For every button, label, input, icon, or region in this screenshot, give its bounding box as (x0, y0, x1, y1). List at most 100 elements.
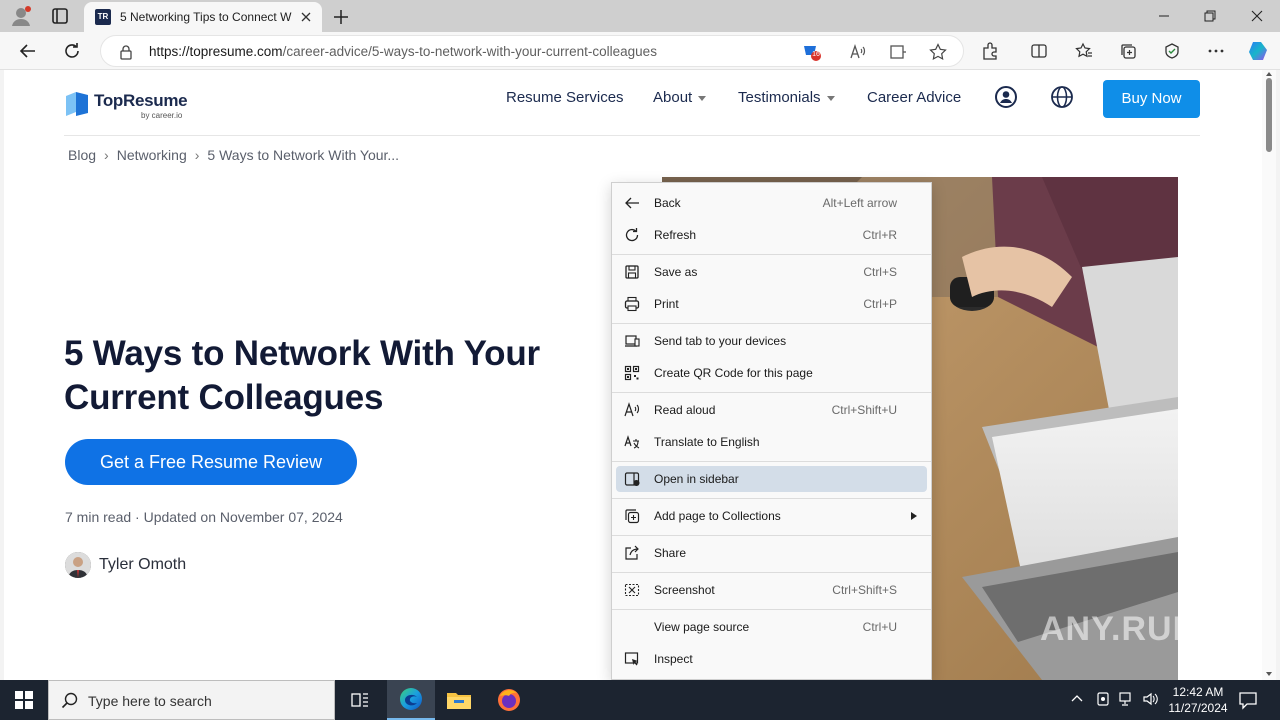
minimize-button[interactable] (1141, 0, 1187, 32)
lock-icon[interactable] (119, 44, 133, 60)
chevron-down-icon (698, 95, 707, 101)
search-placeholder: Type here to search (88, 693, 212, 709)
url-text: https://topresume.com/career-advice/5-wa… (149, 44, 657, 59)
favorites-icon[interactable] (1070, 37, 1098, 65)
taskbar-edge-icon[interactable] (387, 680, 435, 720)
volume-icon[interactable] (1142, 691, 1160, 707)
nav-testimonials-label: Testimonials (738, 89, 821, 106)
profile-avatar-icon[interactable] (10, 5, 32, 27)
menu-item-shortcut: Ctrl+P (863, 297, 897, 311)
menu-item-qr-code[interactable]: Create QR Code for this page (616, 360, 927, 386)
breadcrumb-blog[interactable]: Blog (68, 147, 96, 163)
extensions-icon[interactable] (976, 37, 1004, 65)
refresh-icon (624, 227, 640, 243)
menu-item-screenshot[interactable]: Screenshot Ctrl+Shift+S (616, 577, 927, 603)
language-globe-icon[interactable] (1050, 85, 1074, 109)
submenu-arrow-icon (911, 512, 917, 520)
shopping-extension-icon[interactable]: 16 (801, 42, 823, 62)
immersive-reader-icon[interactable] (889, 43, 907, 61)
menu-item-refresh[interactable]: Refresh Ctrl+R (616, 222, 927, 248)
start-button[interactable] (0, 680, 48, 720)
favorite-star-icon[interactable] (929, 43, 947, 61)
nav-career-advice[interactable]: Career Advice (867, 89, 961, 107)
menu-item-view-source[interactable]: View page source Ctrl+U (616, 614, 927, 640)
menu-separator (612, 323, 931, 324)
menu-item-label: Refresh (654, 228, 697, 242)
menu-item-label: Read aloud (654, 403, 716, 417)
tab-title: 5 Networking Tips to Connect With Collea… (120, 10, 292, 24)
taskbar-firefox-icon[interactable] (485, 680, 533, 720)
close-window-button[interactable] (1234, 0, 1280, 32)
menu-item-share[interactable]: Share (616, 540, 927, 566)
qr-code-icon (624, 365, 640, 381)
breadcrumb: Blog › Networking › 5 Ways to Network With Y… (68, 146, 399, 164)
author-avatar[interactable] (65, 552, 91, 578)
collections-icon (624, 508, 640, 524)
notifications-icon[interactable] (1238, 690, 1258, 710)
scrollbar-thumb[interactable] (1266, 78, 1272, 152)
menu-item-translate[interactable]: Translate to English (616, 429, 927, 455)
address-bar[interactable]: https://topresume.com/career-advice/5-wa… (100, 35, 964, 67)
nav-testimonials[interactable]: Testimonials (738, 89, 835, 107)
read-aloud-icon[interactable] (849, 43, 867, 61)
menu-item-open-in-sidebar[interactable]: Open in sidebar (616, 466, 927, 492)
menu-item-back[interactable]: Back Alt+Left arrow (616, 190, 927, 216)
tab-close-icon[interactable] (298, 9, 314, 25)
browser-essentials-icon[interactable] (1158, 37, 1186, 65)
restore-button[interactable] (1187, 0, 1233, 32)
show-hidden-icons[interactable] (1070, 692, 1084, 706)
menu-item-label: Print (654, 297, 679, 311)
screenshot-icon (624, 582, 640, 598)
tab-strip: TR 5 Networking Tips to Connect With Col… (0, 0, 1280, 32)
menu-item-inspect[interactable]: Inspect (616, 646, 927, 672)
menu-item-save-as[interactable]: Save as Ctrl+S (616, 259, 927, 285)
menu-item-send-tab[interactable]: Send tab to your devices (616, 328, 927, 354)
sidebar-icon (624, 471, 640, 487)
buy-now-button[interactable]: Buy Now (1103, 80, 1200, 118)
security-tray-icon[interactable] (1095, 691, 1111, 707)
breadcrumb-networking[interactable]: Networking (117, 147, 187, 163)
tab-actions-icon[interactable] (48, 6, 72, 26)
breadcrumb-separator: › (194, 147, 200, 163)
author-name[interactable]: Tyler Omoth (99, 555, 186, 575)
task-view-icon[interactable] (336, 680, 384, 720)
copilot-icon[interactable] (1244, 37, 1272, 65)
nav-resume-services[interactable]: Resume Services (506, 89, 624, 107)
menu-item-label: Back (654, 196, 681, 210)
menu-item-label: Open in sidebar (654, 472, 739, 486)
menu-separator (612, 392, 931, 393)
breadcrumb-current: 5 Ways to Network With Your... (207, 147, 400, 163)
topresume-logo[interactable]: TopResume by career.io (64, 88, 194, 122)
header-divider (64, 135, 1200, 136)
menu-item-shortcut: Ctrl+R (862, 228, 897, 242)
new-tab-button[interactable] (330, 6, 352, 28)
taskbar-file-explorer-icon[interactable] (435, 680, 483, 720)
refresh-button[interactable] (58, 37, 86, 65)
context-menu: Back Alt+Left arrow Refresh Ctrl+R Save … (611, 182, 932, 680)
back-button[interactable] (14, 37, 42, 65)
taskbar-clock[interactable]: 12:42 AM 11/27/2024 (1162, 684, 1234, 716)
free-resume-review-button[interactable]: Get a Free Resume Review (65, 439, 357, 485)
collections-icon[interactable] (1114, 37, 1142, 65)
menu-separator (612, 572, 931, 573)
account-icon[interactable] (994, 85, 1018, 109)
menu-item-label: Send tab to your devices (654, 334, 787, 348)
page-scrollbar[interactable] (1262, 70, 1276, 680)
split-screen-icon[interactable] (1025, 37, 1053, 65)
menu-item-shortcut: Ctrl+Shift+U (831, 403, 897, 417)
read-aloud-icon (624, 402, 640, 418)
menu-separator (612, 461, 931, 462)
nav-about[interactable]: About (653, 89, 707, 107)
tab-active[interactable]: TR 5 Networking Tips to Connect With Col… (84, 2, 322, 32)
menu-item-read-aloud[interactable]: Read aloud Ctrl+Shift+U (616, 397, 927, 423)
taskbar-search[interactable]: Type here to search (48, 680, 335, 720)
taskbar: Type here to search 12:42 AM 11/27/2024 (0, 680, 1280, 720)
share-icon (624, 545, 640, 561)
menu-item-print[interactable]: Print Ctrl+P (616, 291, 927, 317)
menu-item-add-to-collections[interactable]: Add page to Collections (616, 503, 927, 529)
chevron-down-icon (826, 95, 835, 101)
more-menu-icon[interactable] (1202, 37, 1230, 65)
search-icon (61, 692, 79, 710)
network-icon[interactable] (1118, 691, 1136, 707)
browser-toolbar: https://topresume.com/career-advice/5-wa… (0, 32, 1280, 70)
